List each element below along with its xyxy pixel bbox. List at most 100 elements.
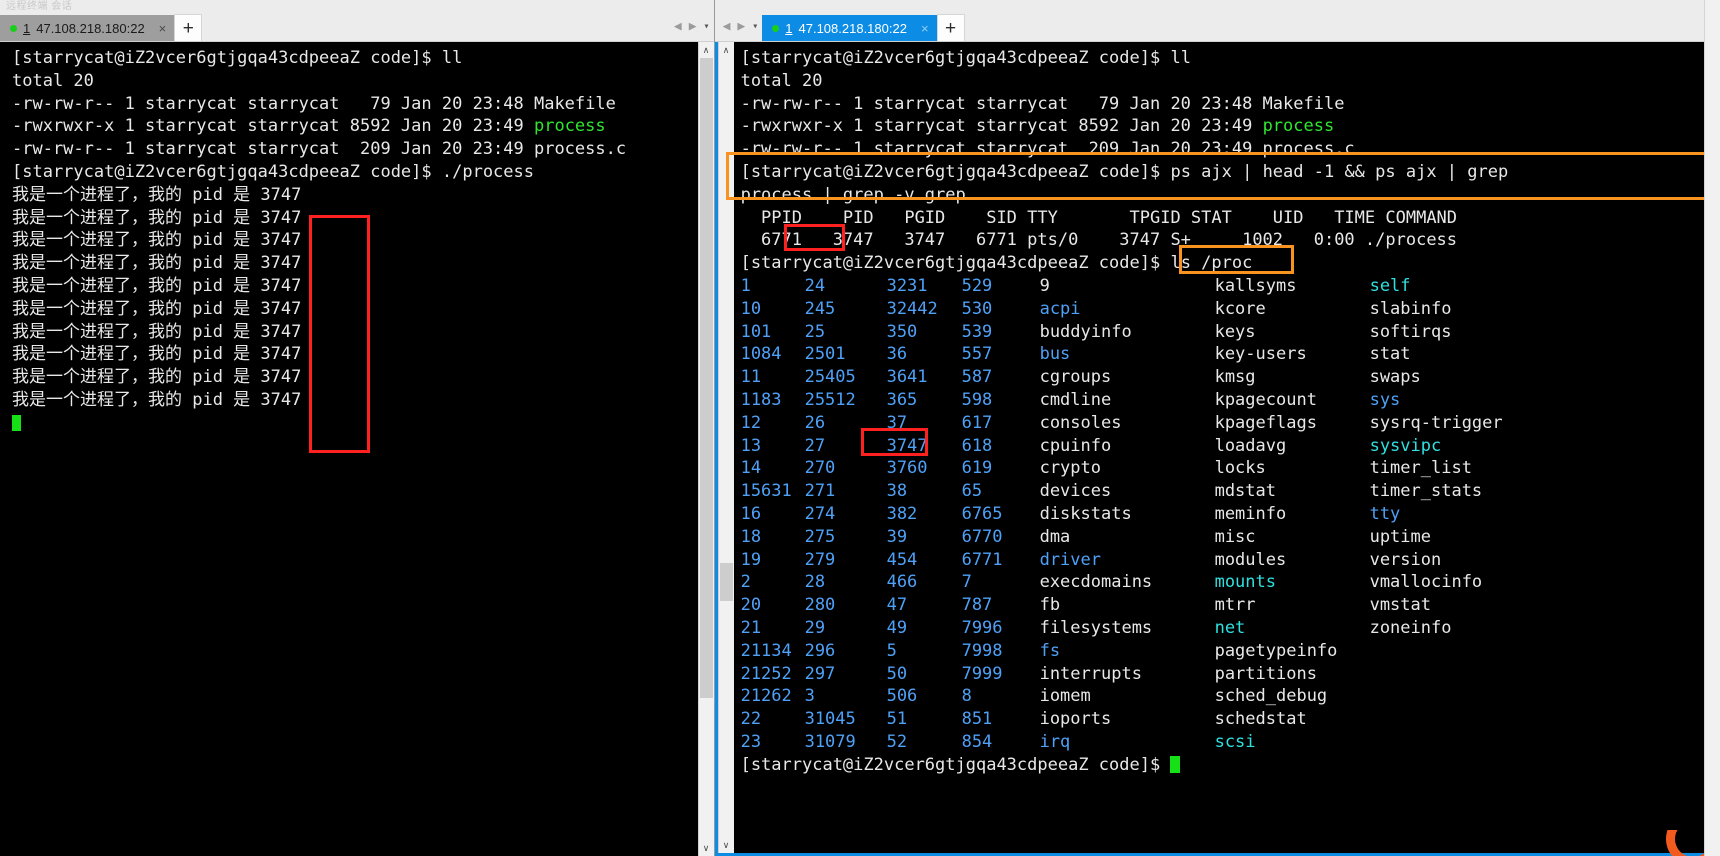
- proc-listing-cell: 50: [886, 663, 908, 684]
- scroll-up-icon[interactable]: ∧: [718, 42, 734, 58]
- proc-listing-cell: 787: [961, 595, 993, 616]
- terminal-line: [starrycat@iZ2vcer6gtjgqa43cdpeeaZ code]…: [741, 47, 1717, 70]
- proc-listing-row: 20 280 47 787 fb mtrr vmstat: [741, 594, 1717, 617]
- proc-listing-cell: filesystems: [1039, 617, 1153, 638]
- proc-listing-cell: softirqs: [1369, 321, 1452, 342]
- process-output-line: 我是一个进程了，我的 pid 是 3747: [12, 366, 698, 389]
- right-tab-nav-controls[interactable]: ◀ ▶ ▾: [715, 12, 763, 41]
- scroll-down-icon[interactable]: ∨: [718, 837, 734, 853]
- chevron-left-icon[interactable]: ◀: [723, 20, 731, 33]
- right-scrollbar-thumb[interactable]: [719, 563, 733, 601]
- left-window-title-strip: 远程终端 会话: [0, 0, 714, 12]
- new-tab-button[interactable]: +: [174, 14, 203, 41]
- proc-listing-cell: cpuinfo: [1039, 435, 1112, 456]
- right-terminal-area: ∧ ∨ [starrycat@iZ2vcer6gtjgqa43cdpeeaZ c…: [714, 42, 1720, 856]
- left-scrollbar[interactable]: ∧ ∨: [697, 42, 714, 856]
- file-listing-row: total 20: [740, 70, 823, 91]
- proc-listing-cell: 13: [740, 435, 762, 456]
- proc-listing-cell: mounts: [1214, 572, 1276, 593]
- shell-prompt: [starrycat@iZ2vcer6gtjgqa43cdpeeaZ code]…: [12, 48, 432, 68]
- file-listing-row: -rw-rw-r-- 1 starrycat starrycat 209 Jan…: [12, 139, 627, 160]
- terminal-prompt-line: [starrycat@iZ2vcer6gtjgqa43cdpeeaZ code]…: [741, 754, 1717, 777]
- left-terminal-area: [starrycat@iZ2vcer6gtjgqa43cdpeeaZ code]…: [0, 42, 714, 856]
- scroll-down-icon[interactable]: ∨: [698, 840, 714, 856]
- proc-listing-cell: timer_list: [1369, 458, 1472, 479]
- left-terminal-output[interactable]: [starrycat@iZ2vcer6gtjgqa43cdpeeaZ code]…: [8, 42, 698, 856]
- desktop-root: 远程终端 会话 1 47.108.218.180:22 × + ◀ ▶ ▾ [s…: [0, 0, 1720, 856]
- process-output-text: 我是一个进程了，我的 pid 是: [12, 184, 261, 205]
- new-tab-button[interactable]: +: [936, 14, 965, 41]
- proc-listing-cell: 3: [804, 686, 815, 707]
- proc-listing-cell: scsi: [1214, 731, 1256, 752]
- proc-listing-cell: 8: [961, 686, 972, 707]
- proc-listing-cell: 31079: [804, 731, 856, 752]
- close-icon[interactable]: ×: [921, 21, 929, 36]
- terminal-line: [starrycat@iZ2vcer6gtjgqa43cdpeeaZ code]…: [12, 161, 698, 184]
- left-terminal-gutter: [0, 42, 8, 856]
- process-output-text: 我是一个进程了，我的 pid 是: [12, 253, 261, 274]
- proc-listing-row: 12 26 37 617 consoles kpageflags sysrq-trigger: [741, 412, 1717, 435]
- process-output-text: 我是一个进程了，我的 pid 是: [12, 389, 261, 410]
- proc-listing-cell: kcore: [1214, 298, 1266, 319]
- proc-listing-cell: zoneinfo: [1369, 617, 1452, 638]
- proc-listing-cell: 1084: [740, 344, 782, 365]
- close-icon[interactable]: ×: [159, 21, 167, 36]
- tab-session-1-right[interactable]: 1 47.108.218.180:22 ×: [762, 15, 937, 41]
- proc-listing-cell: 245: [804, 298, 836, 319]
- proc-listing-cell: vmallocinfo: [1369, 572, 1483, 593]
- proc-listing-row: 1 24 3231 529 9 kallsyms self: [741, 275, 1717, 298]
- process-output-text: 我是一个进程了，我的 pid 是: [12, 344, 261, 365]
- proc-listing-row: 23 31079 52 854 irq scsi: [741, 731, 1717, 754]
- chevron-left-icon[interactable]: ◀: [674, 20, 682, 33]
- proc-listing-cell: [1370, 708, 1530, 731]
- process-output-line: 我是一个进程了，我的 pid 是 3747: [12, 252, 698, 275]
- proc-listing-cell: self: [1369, 275, 1411, 296]
- shell-command: ll: [1160, 48, 1191, 68]
- proc-listing-cell: 7998: [961, 640, 1003, 661]
- proc-listing-cell: 25512: [804, 389, 856, 410]
- proc-listing-cell: mdstat: [1214, 481, 1276, 502]
- terminal-window-left: 远程终端 会话 1 47.108.218.180:22 × + ◀ ▶ ▾ [s…: [0, 0, 715, 856]
- proc-listing-cell: 29: [804, 617, 826, 638]
- chevron-down-icon[interactable]: ▾: [704, 21, 710, 32]
- proc-listing-cell: buddyinfo: [1039, 321, 1132, 342]
- process-output-pid: 3747: [260, 207, 302, 228]
- right-scrollbar[interactable]: ∧ ∨: [717, 42, 734, 853]
- scroll-up-icon[interactable]: ∧: [698, 42, 714, 58]
- chevron-right-icon[interactable]: ▶: [689, 20, 697, 33]
- process-output-pid: 3747: [260, 367, 302, 388]
- proc-listing-cell: 296: [804, 640, 836, 661]
- proc-listing-cell: 350: [886, 321, 918, 342]
- proc-listing-cell: fb: [1039, 595, 1061, 616]
- proc-listing-cell: slabinfo: [1369, 298, 1452, 319]
- proc-listing-cell: 39: [886, 526, 908, 547]
- proc-listing-cell: 274: [804, 503, 836, 524]
- terminal-line: -rwxrwxr-x 1 starrycat starrycat 8592 Ja…: [741, 115, 1717, 138]
- left-scrollbar-track[interactable]: [698, 58, 714, 840]
- proc-listing-cell: 28: [804, 572, 826, 593]
- tab-index-label: 1: [23, 20, 31, 36]
- shell-prompt: [starrycat@iZ2vcer6gtjgqa43cdpeeaZ code]…: [740, 253, 1161, 274]
- proc-listing-cell: bus: [1039, 344, 1071, 365]
- left-tab-nav-controls[interactable]: ◀ ▶ ▾: [666, 12, 714, 41]
- proc-listing-cell: misc: [1214, 526, 1256, 547]
- shell-prompt: [starrycat@iZ2vcer6gtjgqa43cdpeeaZ code]…: [12, 161, 432, 182]
- proc-listing-cell: 5: [886, 640, 897, 661]
- left-scrollbar-thumb[interactable]: [699, 58, 713, 698]
- proc-listing-row: 1084 2501 36 557 bus key-users stat: [741, 343, 1717, 366]
- tab-session-1-left[interactable]: 1 47.108.218.180:22 ×: [0, 15, 175, 41]
- proc-listing-cell: execdomains: [1039, 572, 1153, 593]
- chevron-right-icon[interactable]: ▶: [737, 20, 745, 33]
- chevron-down-icon[interactable]: ▾: [752, 21, 758, 32]
- proc-listing-cell: kallsyms: [1214, 275, 1297, 296]
- desktop-right-edge-scrollbar[interactable]: [1704, 0, 1720, 856]
- terminal-line: [starrycat@iZ2vcer6gtjgqa43cdpeeaZ code]…: [12, 47, 698, 70]
- proc-listing-cell: devices: [1039, 481, 1112, 502]
- proc-listing-cell: swaps: [1369, 367, 1421, 388]
- right-terminal-output[interactable]: [starrycat@iZ2vcer6gtjgqa43cdpeeaZ code]…: [733, 42, 1717, 853]
- proc-listing-cell: 21262: [740, 686, 792, 707]
- proc-listing-cell: sys: [1369, 389, 1401, 410]
- right-scrollbar-track[interactable]: [718, 58, 734, 837]
- process-output-line: 我是一个进程了，我的 pid 是 3747: [12, 343, 698, 366]
- process-output-line: 我是一个进程了，我的 pid 是 3747: [12, 298, 698, 321]
